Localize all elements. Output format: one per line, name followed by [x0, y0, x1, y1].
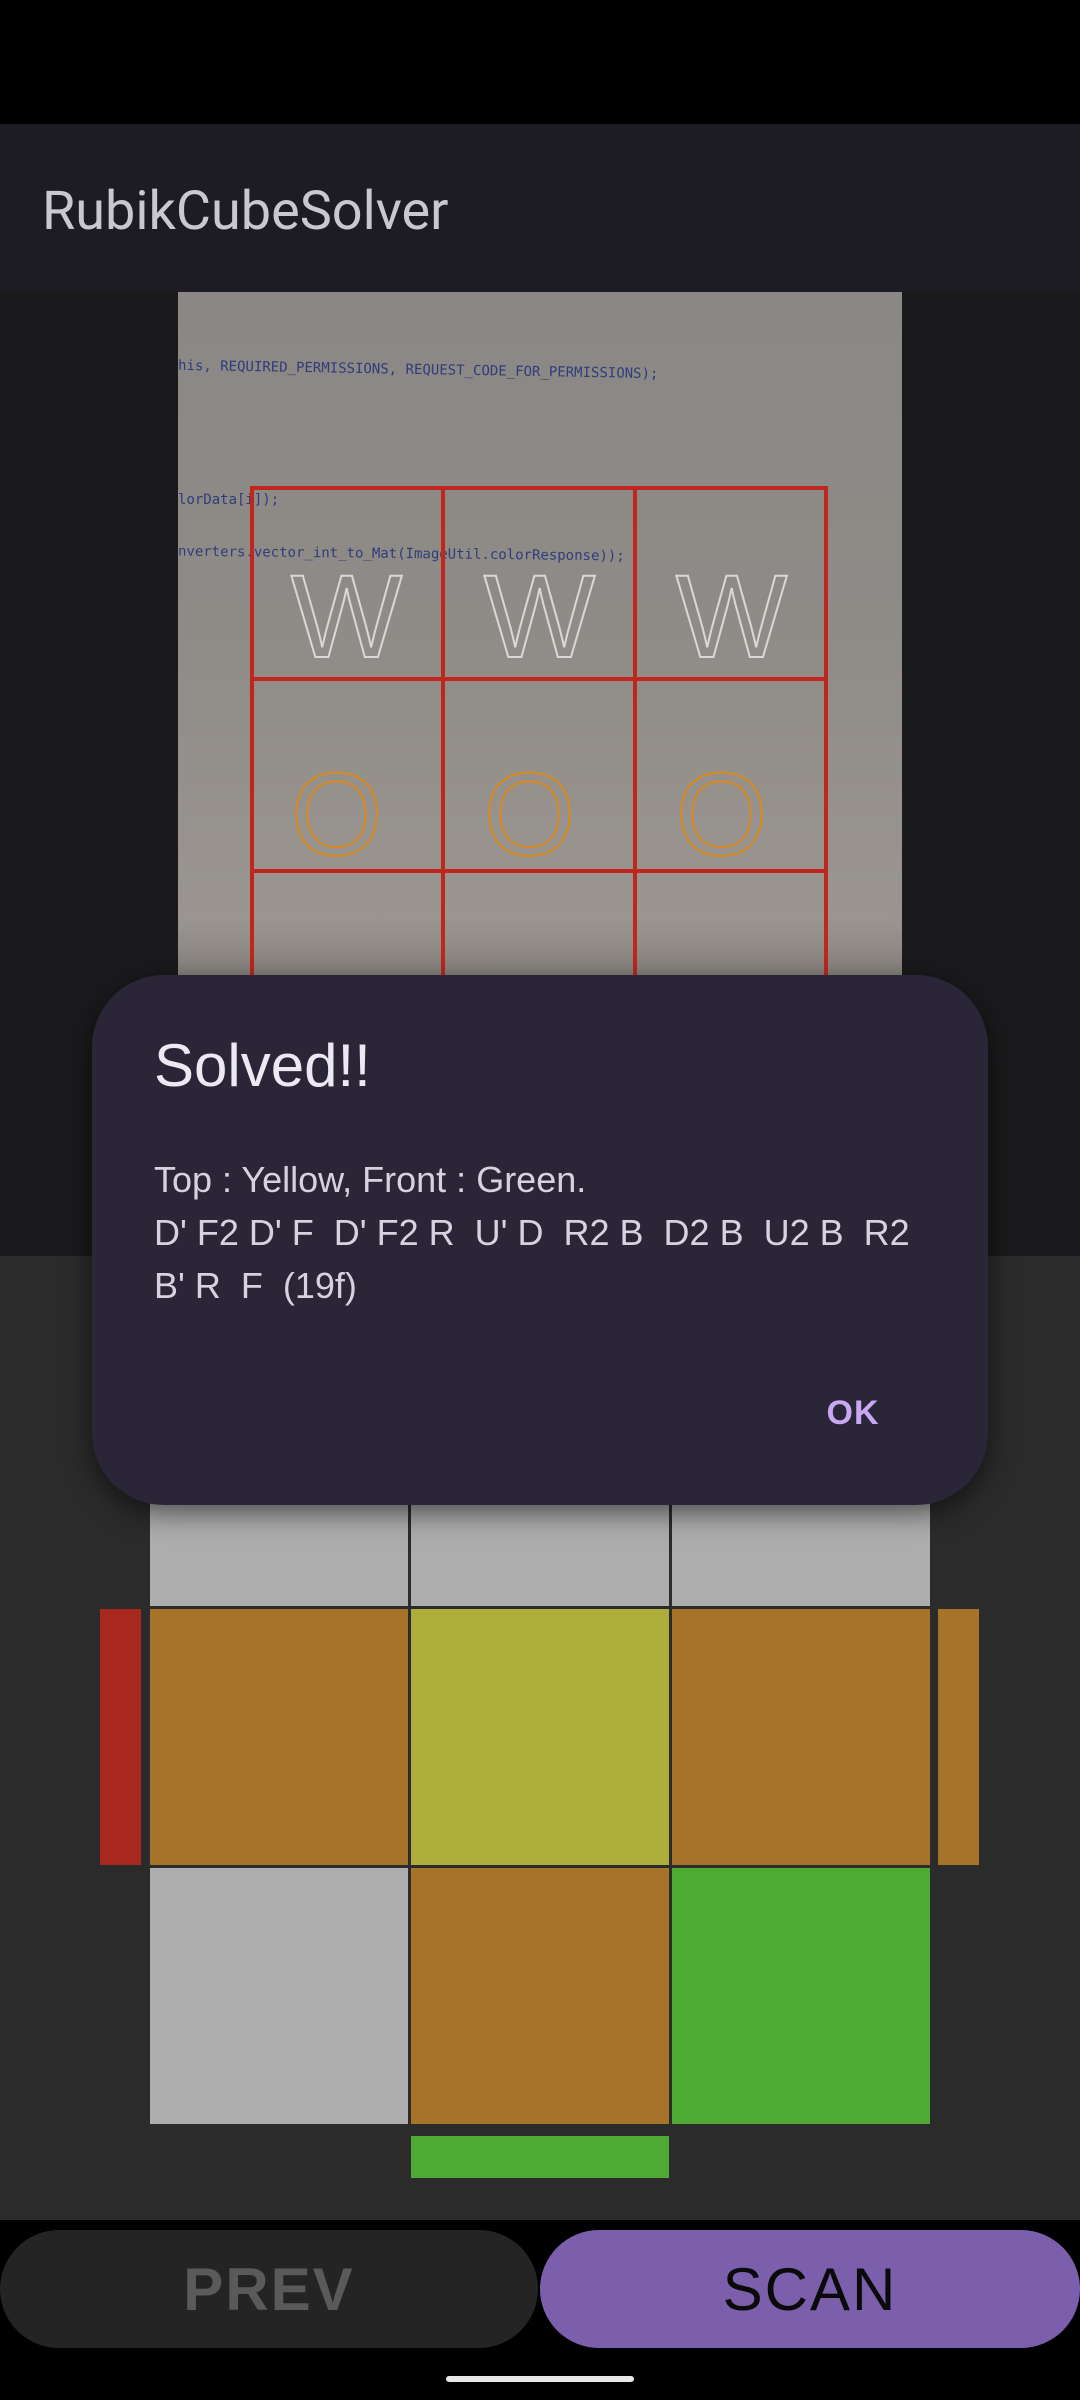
navigation-bar [0, 2360, 1080, 2400]
scan-button[interactable]: SCAN [540, 2230, 1080, 2348]
bottom-side-indicator [411, 2136, 669, 2178]
detected-label-w-2: W [483, 551, 596, 683]
face-cell-4 [411, 1609, 669, 1865]
dialog-message: Top : Yellow, Front : Green. D' F2 D' F … [154, 1159, 910, 1306]
home-gesture-handle[interactable] [446, 2376, 634, 2382]
dialog-title: Solved!! [154, 1032, 371, 1099]
ok-button[interactable]: OK [798, 1383, 908, 1443]
detected-label-w-3: W [675, 551, 788, 683]
camera-code-line-1: his, REQUIRED_PERMISSIONS, REQUEST_CODE_… [178, 357, 659, 383]
detected-label-o-3: O [675, 749, 769, 881]
face-cell-5 [672, 1609, 930, 1865]
prev-button[interactable]: PREV [0, 2230, 538, 2348]
app-title: RubikCubeSolver [42, 180, 449, 243]
screen: RubikCubeSolver his, REQUIRED_PERMISSION… [0, 0, 1080, 2400]
face-cell-8 [672, 1868, 930, 2124]
face-cell-3 [150, 1609, 408, 1865]
detected-label-o-1: O [290, 749, 384, 881]
left-side-indicator [100, 1609, 141, 1865]
right-side-indicator [938, 1609, 979, 1865]
face-cell-7 [411, 1868, 669, 2124]
face-cell-6 [150, 1868, 408, 2124]
solved-dialog: Solved!! Top : Yellow, Front : Green. D'… [92, 975, 988, 1505]
app-bar: RubikCubeSolver [0, 124, 1080, 292]
detected-label-w-1: W [290, 551, 403, 683]
detected-label-o-2: O [483, 749, 577, 881]
status-bar [0, 0, 1080, 124]
